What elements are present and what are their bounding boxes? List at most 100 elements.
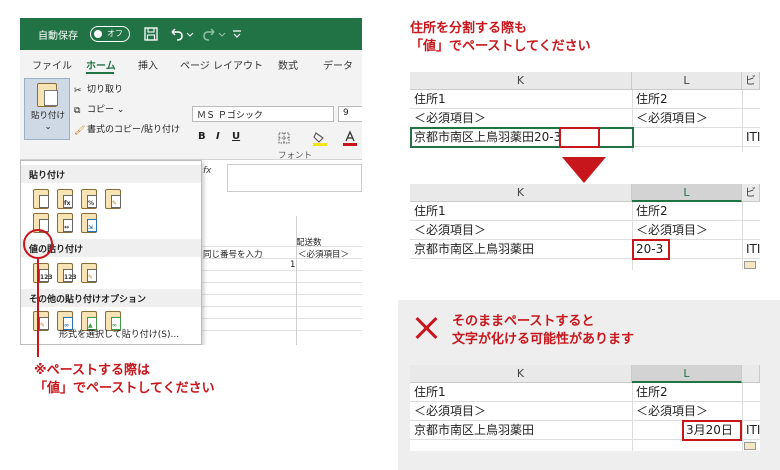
active-tab-indicator (86, 72, 114, 74)
customize-qat-icon[interactable] (232, 29, 242, 39)
cell-l1[interactable]: 住所2 (634, 383, 668, 402)
paste-keep-column-widths-icon[interactable]: ↔ (57, 213, 73, 233)
redo-icon[interactable] (200, 27, 226, 41)
cut-button[interactable]: ✂ 切り取り (74, 82, 123, 96)
underline-button[interactable]: U (232, 131, 240, 142)
font-color-icon[interactable] (342, 130, 358, 146)
cell-l2[interactable]: ＜必須項目＞ (634, 221, 708, 240)
undo-icon[interactable] (168, 27, 194, 41)
left-annotation: ※ペーストする際は 「値」でペーストしてください (34, 362, 215, 398)
cell-k1[interactable]: 住所1 (412, 202, 446, 221)
autosave-toggle[interactable]: オフ (90, 26, 130, 42)
ribbon-home: 貼り付け ⌄ ✂ 切り取り ⧉ コピー ⌄ 🖌 書式のコピー/貼り付け ＭＳ Ｐゴシッ… (20, 76, 362, 161)
formula-bar-input[interactable] (227, 164, 362, 192)
cell-l1[interactable]: 住所2 (634, 90, 668, 109)
top-note-line1: 住所を分割する際も (410, 21, 528, 36)
format-painter-label: 書式のコピー/貼り付け (87, 125, 181, 135)
scissors-icon: ✂ (74, 86, 82, 96)
column-header-m (742, 365, 760, 383)
cell-l2[interactable]: ＜必須項目＞ (634, 402, 708, 421)
cell-m3[interactable]: ITI (744, 240, 760, 259)
tab-data[interactable]: データ (323, 57, 353, 72)
column-header-m: ビ (742, 72, 760, 90)
copy-icon: ⧉ (74, 106, 81, 116)
table-row: ＜必須項目＞ ＜必須項目＞ (410, 221, 760, 240)
paste-options-icon[interactable] (744, 261, 756, 269)
paste-button[interactable]: 貼り付け ⌄ (24, 78, 70, 140)
clipboard-icon (37, 83, 58, 107)
cell-m3[interactable]: ITI (744, 128, 760, 147)
table-row: ＜必須項目＞ ＜必須項目＞ (410, 109, 760, 128)
fill-color-icon[interactable] (312, 130, 328, 146)
column-header-k: K (410, 72, 632, 90)
bad-annotation: そのままペーストすると 文字が化ける可能性があります (452, 313, 634, 349)
chevron-down-icon: ⌄ (116, 105, 125, 115)
cell-l1[interactable]: 住所2 (634, 202, 668, 221)
autosave-label: 自動保存 (38, 31, 78, 42)
column-header-l: L (632, 184, 742, 202)
paste-section-header: 貼り付け (21, 165, 201, 183)
cell-k3[interactable]: 京都市南区上鳥羽薬田 (412, 421, 534, 440)
tab-file[interactable]: ファイル (32, 57, 72, 72)
paintbrush-icon: 🖌 (74, 126, 86, 136)
tab-formulas[interactable]: 数式 (278, 57, 298, 72)
paste-values-source-formatting-icon[interactable]: ✎ (81, 263, 97, 283)
paste-values-icon[interactable]: 123 (33, 263, 53, 283)
tab-page-layout[interactable]: ページ レイアウト (180, 57, 263, 72)
other-paste-options-header: その他の貼り付けオプション (21, 289, 201, 307)
column-header-k: K (410, 365, 632, 383)
paste-keep-source-formatting-icon[interactable]: ✎ (105, 189, 121, 209)
bad-note-line1: そのままペーストすると (452, 314, 595, 329)
highlight-box (682, 420, 742, 441)
italic-button[interactable]: I (216, 131, 220, 142)
paste-formulas-number-format-icon[interactable]: % (81, 189, 97, 209)
bold-button[interactable]: B (198, 131, 206, 142)
format-painter-button[interactable]: 🖌 書式のコピー/貼り付け (74, 122, 180, 136)
table-after: K L ビ 住所1 住所2 ＜必須項目＞ ＜必須項目＞ 京都市南区上鳥羽薬田 2… (410, 184, 760, 270)
title-bar: 自動保存 オフ (20, 18, 362, 50)
highlight-box (559, 127, 600, 148)
copy-label: コピー (87, 105, 115, 115)
cell-k1[interactable]: 住所1 (412, 90, 446, 109)
toggle-knob (94, 30, 102, 38)
cut-label: 切り取り (87, 85, 124, 95)
paste-icon[interactable] (33, 189, 49, 209)
save-icon[interactable] (144, 27, 158, 41)
paste-options-icon[interactable] (744, 442, 756, 450)
cell-l2[interactable]: ＜必須項目＞ (634, 109, 708, 128)
cell-k2[interactable]: ＜必須項目＞ (412, 109, 486, 128)
excel-screenshot: 自動保存 オフ ファイル ホーム 挿入 ページ レイアウト 数式 データ 貼り付… (20, 18, 362, 345)
borders-icon[interactable] (278, 132, 292, 144)
paste-special-menu-item[interactable]: 形式を選択して貼り付け(S)... (59, 327, 179, 340)
cell-k2[interactable]: ＜必須項目＞ (412, 402, 486, 421)
copy-button[interactable]: ⧉ コピー ⌄ (74, 102, 124, 116)
highlight-box (632, 239, 670, 260)
selected-cell-border (410, 127, 634, 148)
callout-line (37, 259, 39, 357)
top-annotation: 住所を分割する際も 「値」でペーストしてください (410, 20, 591, 56)
table-row: 住所1 住所2 (410, 383, 760, 402)
font-size-select[interactable]: 9 (338, 106, 362, 122)
cell-k3[interactable]: 京都市南区上鳥羽薬田 (412, 240, 534, 259)
paste-transpose-icon[interactable]: ⇲ (81, 213, 97, 233)
paste-formulas-icon[interactable]: fx (57, 189, 73, 209)
tab-insert[interactable]: 挿入 (138, 57, 158, 72)
top-note-line2: 「値」でペーストしてください (410, 39, 591, 54)
cross-icon (414, 316, 438, 340)
paste-values-number-format-icon[interactable]: 123 (57, 263, 77, 283)
column-header-m: ビ (742, 184, 760, 202)
column-header-k: K (410, 184, 632, 202)
table-row: ＜必須項目＞ ＜必須項目＞ (410, 402, 760, 421)
paste-formatting-icon[interactable]: ✎ (33, 311, 49, 331)
cell-m3[interactable]: ITI (744, 421, 760, 440)
cell-k1[interactable]: 住所1 (412, 383, 446, 402)
tab-home[interactable]: ホーム (86, 57, 116, 72)
chevron-down-icon: ⌄ (44, 122, 52, 132)
highlight-circle (23, 229, 53, 259)
fx-icon[interactable]: fx (203, 166, 225, 184)
font-name-select[interactable]: ＭＳ Ｐゴシック (192, 106, 334, 122)
column-header-l: L (632, 72, 742, 90)
sheet-cell-value: 1 (290, 260, 296, 270)
left-note-line1: ※ペーストする際は (34, 363, 150, 378)
cell-k2[interactable]: ＜必須項目＞ (412, 221, 486, 240)
